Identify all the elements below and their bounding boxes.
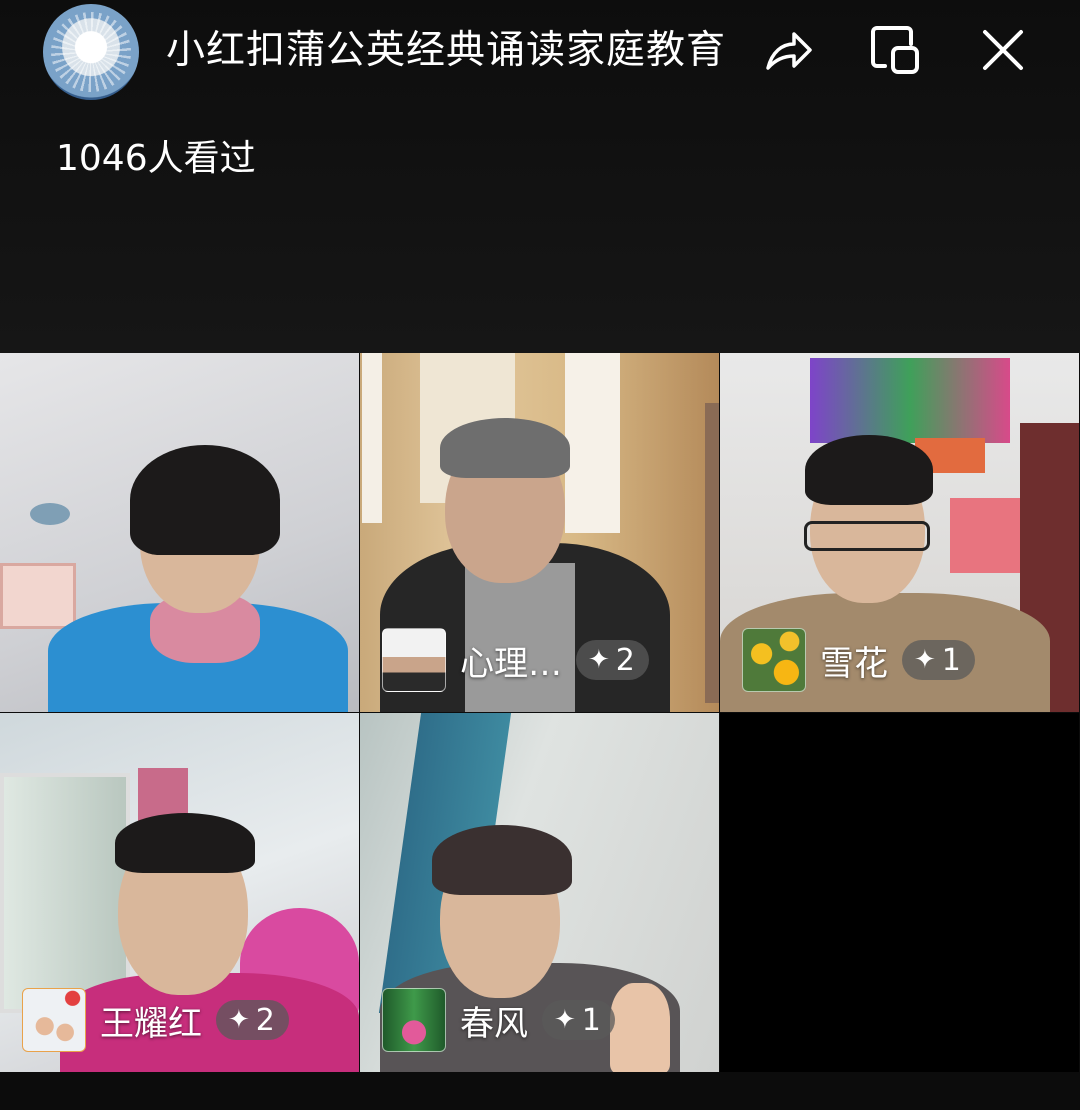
badge-count: 1	[941, 642, 961, 678]
window	[0, 773, 130, 1013]
badge-count: 2	[255, 1002, 275, 1038]
yellow-flowers-avatar	[742, 628, 806, 692]
like-badge: ✦ 2	[576, 640, 649, 680]
raised-hand	[610, 983, 670, 1072]
badge-count: 2	[615, 642, 635, 678]
participant-name: 心理…	[460, 643, 562, 684]
video-tile-3[interactable]: 雪花 ✦ 1	[720, 353, 1079, 712]
dandelion-avatar-image	[51, 12, 131, 92]
close-icon	[983, 30, 1023, 70]
floating-window-button[interactable]	[867, 22, 923, 78]
floating-window-icon	[871, 26, 919, 74]
person-hair	[440, 418, 570, 478]
participant-nameplate-2: 心理… ✦ 2	[382, 627, 649, 693]
participant-name: 春风	[460, 1003, 528, 1044]
person-hair	[115, 813, 255, 873]
wall-sticker	[30, 503, 70, 525]
video-tile-1[interactable]	[0, 353, 359, 712]
video-tile-5[interactable]: 春风 ✦ 1	[360, 713, 719, 1072]
like-badge: ✦ 2	[216, 1000, 289, 1040]
like-badge: ✦ 1	[542, 1000, 615, 1040]
share-icon	[766, 32, 812, 70]
man-portrait-avatar	[382, 628, 446, 692]
live-header: 小红扣蒲公英经典诵读家庭教育 1046人看过	[0, 0, 1080, 353]
participant-nameplate-3: 雪花 ✦ 1	[742, 627, 975, 693]
family-photo-avatar	[22, 988, 86, 1052]
share-button[interactable]	[760, 22, 816, 78]
person-hair	[805, 435, 933, 505]
sparkle-icon: ✦	[914, 645, 936, 675]
bookshelf	[705, 403, 719, 703]
lotus-avatar	[382, 988, 446, 1052]
calligraphy-scroll-right	[565, 353, 620, 533]
viewer-count: 1046人看过	[56, 138, 256, 179]
participant-nameplate-5: 春风 ✦ 1	[382, 987, 615, 1053]
calligraphy-scroll-left	[362, 353, 382, 523]
close-button[interactable]	[975, 22, 1031, 78]
sparkle-icon: ✦	[554, 1005, 576, 1035]
eyeglasses	[804, 521, 930, 551]
video-tile-empty	[720, 713, 1079, 1072]
video-tile-2[interactable]: 心理… ✦ 2	[360, 353, 719, 712]
sparkle-icon: ✦	[588, 645, 610, 675]
person-hair	[432, 825, 572, 895]
wall-calendar	[810, 358, 1010, 443]
participant-nameplate-4: 王耀红 ✦ 2	[22, 987, 289, 1053]
wall-certificate	[0, 563, 76, 629]
video-tile-4[interactable]: 王耀红 ✦ 2	[0, 713, 359, 1072]
channel-title: 小红扣蒲公英经典诵读家庭教育	[166, 28, 727, 73]
person-hair	[130, 445, 280, 555]
participant-name: 雪花	[820, 643, 888, 684]
participant-name: 王耀红	[100, 1003, 202, 1044]
channel-avatar[interactable]	[43, 4, 139, 100]
video-grid: 心理… ✦ 2 雪花 ✦ 1 王耀红 ✦ 2 春风 ✦ 1	[0, 353, 1080, 1073]
badge-count: 1	[581, 1002, 601, 1038]
like-badge: ✦ 1	[902, 640, 975, 680]
bottom-bar	[0, 1073, 1080, 1110]
sparkle-icon: ✦	[228, 1005, 250, 1035]
